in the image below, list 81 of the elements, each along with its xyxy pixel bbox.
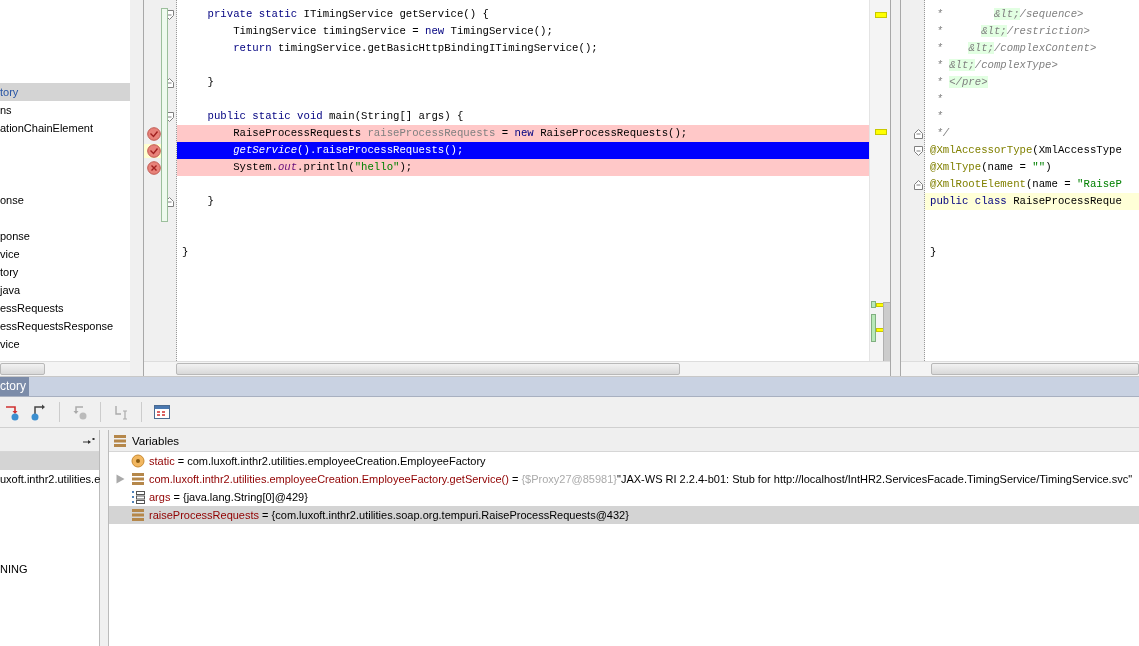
- tree-item[interactable]: ns: [0, 104, 12, 116]
- tree-item[interactable]: vice: [0, 248, 20, 260]
- change-mark[interactable]: [871, 314, 876, 342]
- tree-item[interactable]: essRequests: [0, 302, 64, 314]
- tree-item[interactable]: essRequestsResponse: [0, 320, 114, 332]
- code-text: }: [206, 195, 214, 207]
- code-text: @XmlType: [930, 161, 982, 173]
- fold-icon[interactable]: [913, 127, 924, 140]
- variable-row[interactable]: raiseProcessRequests = {com.luxoft.inthr2.utilities.soap.org.tempuri.RaiseProcessRequests@432}: [109, 506, 1139, 524]
- code-text: TimingService();: [449, 25, 553, 37]
- code-text: *: [935, 8, 944, 20]
- code-text: new: [425, 25, 445, 37]
- tree-item[interactable]: ponse: [0, 230, 30, 242]
- warning-mark[interactable]: [875, 129, 887, 135]
- invalid-breakpoint-icon[interactable]: [147, 160, 161, 175]
- code-text: (name =: [1025, 178, 1072, 190]
- code-text: *: [935, 110, 943, 122]
- warning-mark[interactable]: [875, 12, 887, 18]
- variable-row[interactable]: args = {java.lang.String[0]@429}: [109, 488, 1139, 506]
- scrollbar-thumb[interactable]: [176, 363, 680, 375]
- splitter[interactable]: [890, 0, 901, 376]
- calculator-icon[interactable]: [153, 403, 171, 421]
- code-text: */: [935, 127, 950, 139]
- variable-row[interactable]: static = com.luxoft.inthr2.utilities.employeeCreation.EmployeeFactory: [109, 452, 1139, 470]
- tree-item[interactable]: java: [0, 284, 21, 296]
- code-text: /complexContent>: [993, 42, 1097, 54]
- change-mark[interactable]: [871, 301, 876, 308]
- pin-icon[interactable]: [83, 436, 95, 445]
- code-text: main(String[] args) {: [328, 110, 464, 122]
- scrollbar-thumb[interactable]: [931, 363, 1139, 375]
- code-text: return: [232, 42, 272, 54]
- frame-item[interactable]: uxoft.inthr2.utilities.e: [0, 473, 101, 485]
- code-text: }: [182, 246, 189, 258]
- scrollbar-thumb[interactable]: [883, 302, 890, 361]
- panel-title: Variables: [132, 434, 180, 447]
- frame-item[interactable]: NING: [0, 563, 28, 575]
- code-text: /restriction>: [1006, 25, 1090, 37]
- code-text: /complexType>: [974, 59, 1058, 71]
- code-text: private static: [206, 8, 298, 20]
- fold-icon[interactable]: [913, 178, 924, 191]
- tree-item[interactable]: vice: [0, 338, 20, 350]
- code-text: &lt;: [993, 8, 1020, 20]
- array-icon: [131, 490, 145, 504]
- tree-item[interactable]: tory: [0, 266, 19, 278]
- static-field-icon: [131, 454, 145, 468]
- code-text: TimingService timingService =: [232, 25, 420, 37]
- breakpoint-icon[interactable]: [147, 143, 161, 158]
- tree-item[interactable]: tory: [0, 83, 130, 101]
- code-text: *: [935, 93, 943, 105]
- code-text: *: [935, 42, 944, 54]
- code-text: (XmlAccessType: [1032, 144, 1122, 156]
- code-text: @XmlRootElement: [930, 178, 1026, 190]
- code-text: ITimingService getService() {: [302, 8, 489, 20]
- code-text: *: [935, 76, 944, 88]
- code-text: &lt;: [949, 59, 975, 71]
- code-text: "RaiseP: [1077, 178, 1122, 190]
- variables-icon: [113, 433, 127, 448]
- variable-row[interactable]: com.luxoft.inthr2.utilities.employeeCreation.EmployeeFactory.getService() = {$Proxy27@85981}"JAX-WS RI 2.2.4-b01: Stub for http://localhost/IntHR2.ServicesFacade.TimingService/TimingService.svc": [109, 470, 1139, 488]
- tree-item[interactable]: onse: [0, 194, 24, 206]
- code-text: &lt;: [968, 42, 994, 54]
- tree-item[interactable]: ationChainElement: [0, 122, 93, 134]
- breakpoint-icon[interactable]: [147, 126, 161, 141]
- expand-arrow-icon[interactable]: [115, 474, 125, 484]
- object-icon: [131, 508, 145, 522]
- step-into-icon[interactable]: [3, 403, 21, 421]
- code-text: (name =: [981, 161, 1027, 173]
- fold-icon[interactable]: [913, 144, 924, 157]
- code-text: &lt;: [981, 25, 1007, 37]
- code-text: </pre>: [949, 76, 988, 88]
- code-text: }: [930, 246, 937, 258]
- code-text: /sequence>: [1019, 8, 1084, 20]
- code-text: }: [206, 76, 214, 88]
- code-text: timingService.getBasicHttpBindingITimingService();: [276, 42, 598, 54]
- code-text: ): [1045, 161, 1052, 173]
- object-icon: [131, 472, 145, 486]
- code-text: "": [1032, 161, 1046, 173]
- code-text: *: [935, 25, 944, 37]
- code-text: public static void: [206, 110, 323, 122]
- code-text: *: [935, 59, 944, 71]
- code-text: @XmlAccessorType: [930, 144, 1033, 156]
- scrollbar-thumb[interactable]: [0, 363, 45, 375]
